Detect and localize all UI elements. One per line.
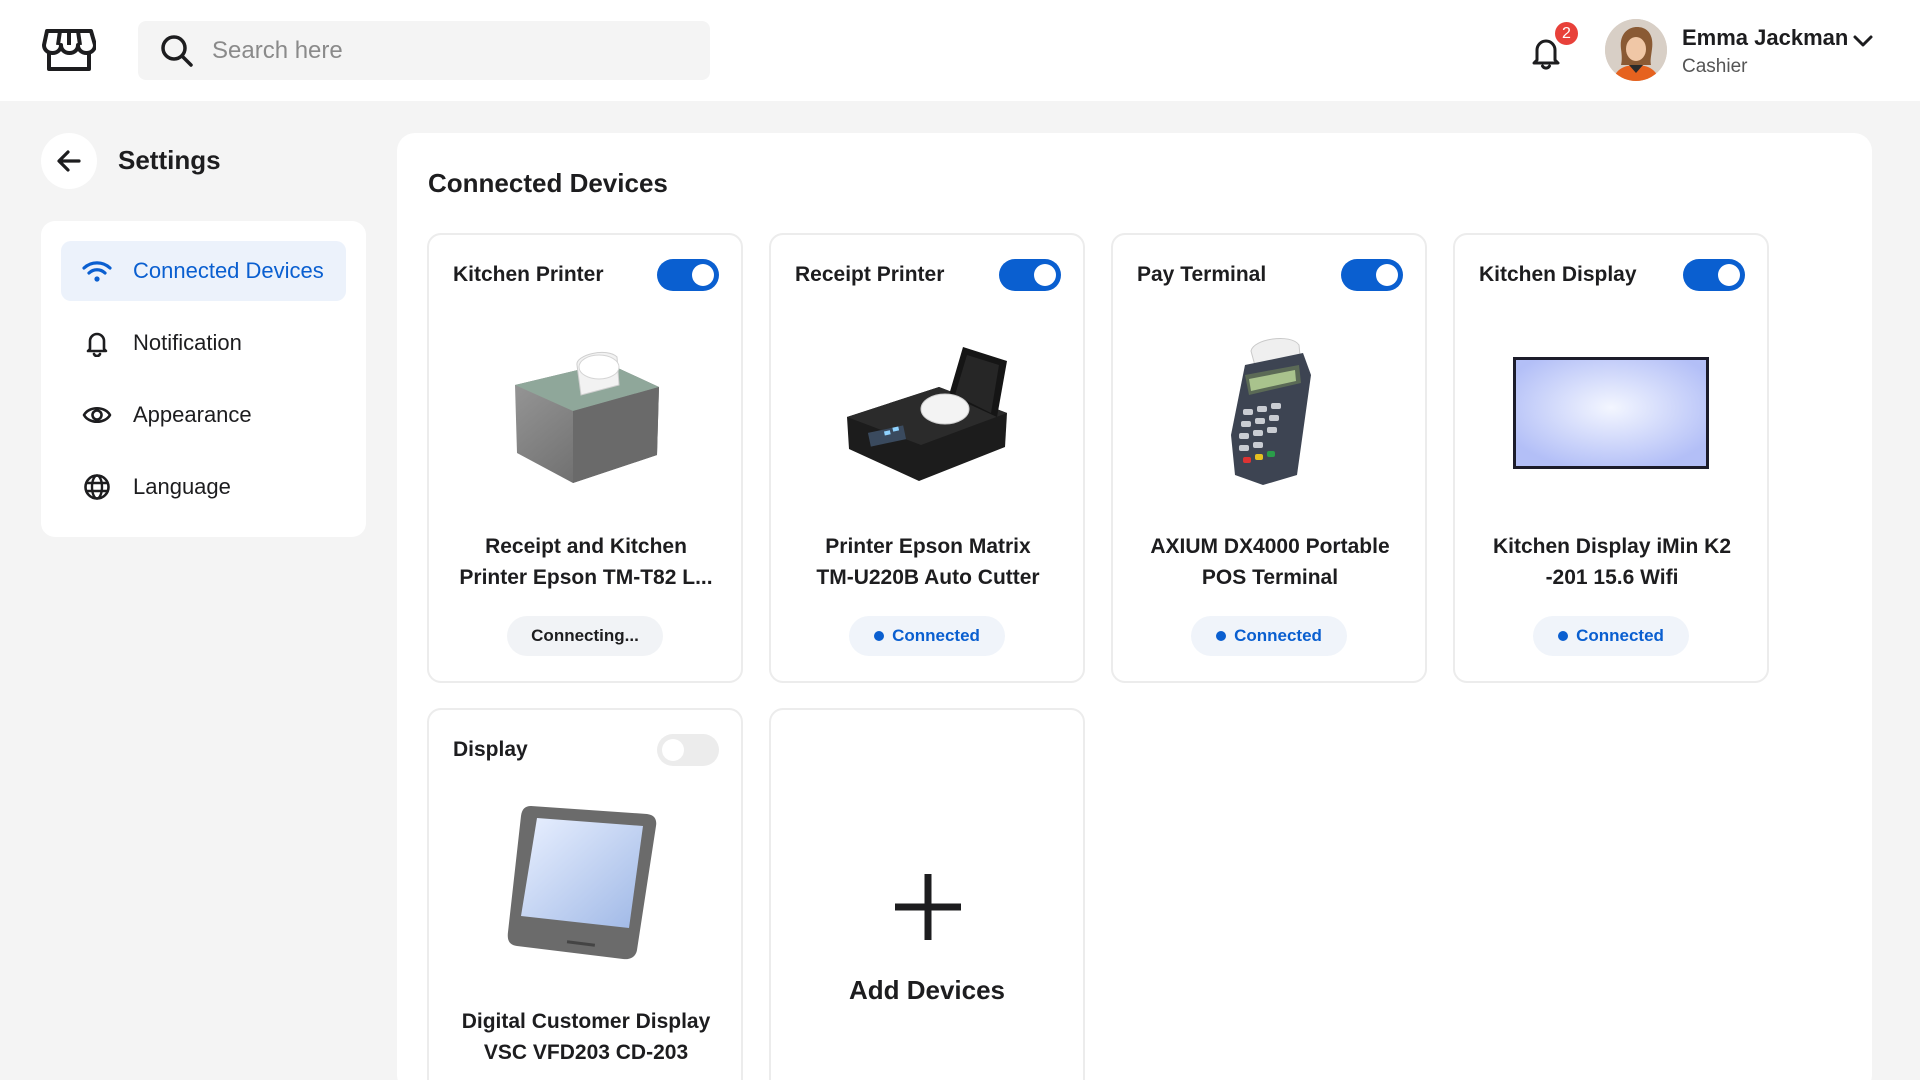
arrow-left-icon: [57, 150, 81, 172]
globe-icon: [81, 471, 113, 503]
device-toggle[interactable]: [1683, 259, 1745, 291]
search-bar[interactable]: [138, 21, 710, 80]
device-name-line: VSC VFD203 CD-203: [483, 1041, 689, 1064]
receipt-printer-image: [847, 347, 1007, 481]
device-name: Printer Epson Matrix TM-U220B Auto Cutte…: [785, 531, 1071, 593]
sidebar-item-label: Language: [133, 474, 231, 499]
device-name-line: -201 15.6 Wifi: [1545, 566, 1679, 589]
chevron-down-icon[interactable]: [1850, 28, 1876, 54]
sidebar-item-label: Appearance: [133, 402, 252, 427]
device-card-pay-terminal[interactable]: Pay Terminal AXIUM DX4000 Portable POS T…: [1111, 233, 1427, 683]
avatar-portrait-icon: [1605, 19, 1667, 81]
status-dot-icon: [1216, 631, 1227, 641]
customer-display-image: [507, 806, 657, 960]
add-devices-button[interactable]: Add Devices: [769, 708, 1085, 1080]
store-logo-icon[interactable]: [42, 23, 96, 75]
user-role: Cashier: [1682, 56, 1748, 77]
status-badge: Connected: [1191, 616, 1347, 656]
plus-icon: [895, 874, 961, 940]
sidebar-item-appearance[interactable]: Appearance: [61, 385, 346, 445]
sidebar-item-label: Notification: [133, 330, 242, 355]
device-toggle[interactable]: [999, 259, 1061, 291]
toggle-knob: [1376, 264, 1398, 286]
wifi-icon: [81, 255, 113, 287]
device-name-line: Receipt and Kitchen: [485, 535, 687, 558]
add-devices-label: Add Devices: [848, 975, 1006, 1005]
device-category: Receipt Printer: [795, 263, 945, 286]
device-name-line: TM-U220B Auto Cutter: [816, 566, 1040, 589]
sidebar-item-label: Connected Devices: [133, 258, 324, 283]
connected-devices-panel: Connected Devices Kitchen Printer Receip…: [397, 133, 1872, 1080]
device-name: Digital Customer Display VSC VFD203 CD-2…: [443, 1006, 729, 1068]
device-name: AXIUM DX4000 Portable POS Terminal: [1127, 531, 1413, 593]
status-text: Connected: [1234, 626, 1322, 645]
settings-title: Settings: [118, 145, 221, 175]
device-toggle[interactable]: [657, 734, 719, 766]
search-input[interactable]: [212, 21, 682, 80]
user-avatar[interactable]: [1605, 19, 1667, 81]
status-badge: Connecting...: [507, 616, 663, 656]
eye-icon: [81, 399, 113, 431]
status-badge: Connected: [849, 616, 1005, 656]
sidebar-item-connected-devices[interactable]: Connected Devices: [61, 241, 346, 301]
device-name-line: Kitchen Display iMin K2: [1492, 535, 1732, 558]
toggle-knob: [1034, 264, 1056, 286]
status-dot-icon: [874, 631, 885, 641]
device-category: Kitchen Display: [1479, 263, 1637, 286]
thermal-printer-image: [515, 352, 659, 483]
toggle-knob: [1718, 264, 1740, 286]
device-toggle[interactable]: [1341, 259, 1403, 291]
status-badge: Connected: [1533, 616, 1689, 656]
bell-icon: [81, 327, 113, 359]
device-card-receipt-printer[interactable]: Receipt Printer Printer Epson Matrix TM-…: [769, 233, 1085, 683]
status-text: Connected: [892, 626, 980, 645]
user-name[interactable]: Emma Jackman: [1682, 25, 1848, 51]
device-name-line: Digital Customer Display: [461, 1010, 711, 1033]
device-name-line: Printer Epson Matrix: [825, 535, 1031, 558]
sidebar-item-language[interactable]: Language: [61, 457, 346, 517]
toggle-knob: [692, 264, 714, 286]
status-text: Connected: [1576, 626, 1664, 645]
device-name: Kitchen Display iMin K2 -201 15.6 Wifi: [1469, 531, 1755, 593]
status-text: Connecting...: [531, 626, 639, 645]
device-toggle[interactable]: [657, 259, 719, 291]
status-dot-icon: [1558, 631, 1569, 641]
toggle-knob: [662, 739, 684, 761]
device-name: Receipt and Kitchen Printer Epson TM-T82…: [443, 531, 729, 593]
back-button[interactable]: [41, 133, 97, 189]
device-card-display[interactable]: Display Digital Customer Display VSC VFD…: [427, 708, 743, 1080]
device-card-kitchen-display[interactable]: Kitchen Display Kitchen Display iMin K2 …: [1453, 233, 1769, 683]
device-name-line: Printer Epson TM-T82 L...: [459, 566, 713, 589]
device-name-line: AXIUM DX4000 Portable: [1150, 535, 1390, 558]
sidebar-item-notification[interactable]: Notification: [61, 313, 346, 373]
top-bar: 2 Emma Jackman Cashier: [0, 0, 1920, 101]
device-category: Display: [453, 738, 528, 761]
settings-menu: Connected Devices Notification Appearanc…: [41, 221, 366, 537]
device-category: Kitchen Printer: [453, 263, 604, 286]
device-category: Pay Terminal: [1137, 263, 1267, 286]
search-icon: [161, 35, 193, 67]
device-name-line: POS Terminal: [1201, 566, 1339, 589]
notification-count-badge: 2: [1553, 20, 1580, 47]
pay-terminal-image: [1231, 338, 1311, 485]
device-card-kitchen-printer[interactable]: Kitchen Printer Receipt and Kitchen Prin…: [427, 233, 743, 683]
kitchen-display-image: [1513, 357, 1709, 469]
page-title: Connected Devices: [428, 168, 668, 198]
